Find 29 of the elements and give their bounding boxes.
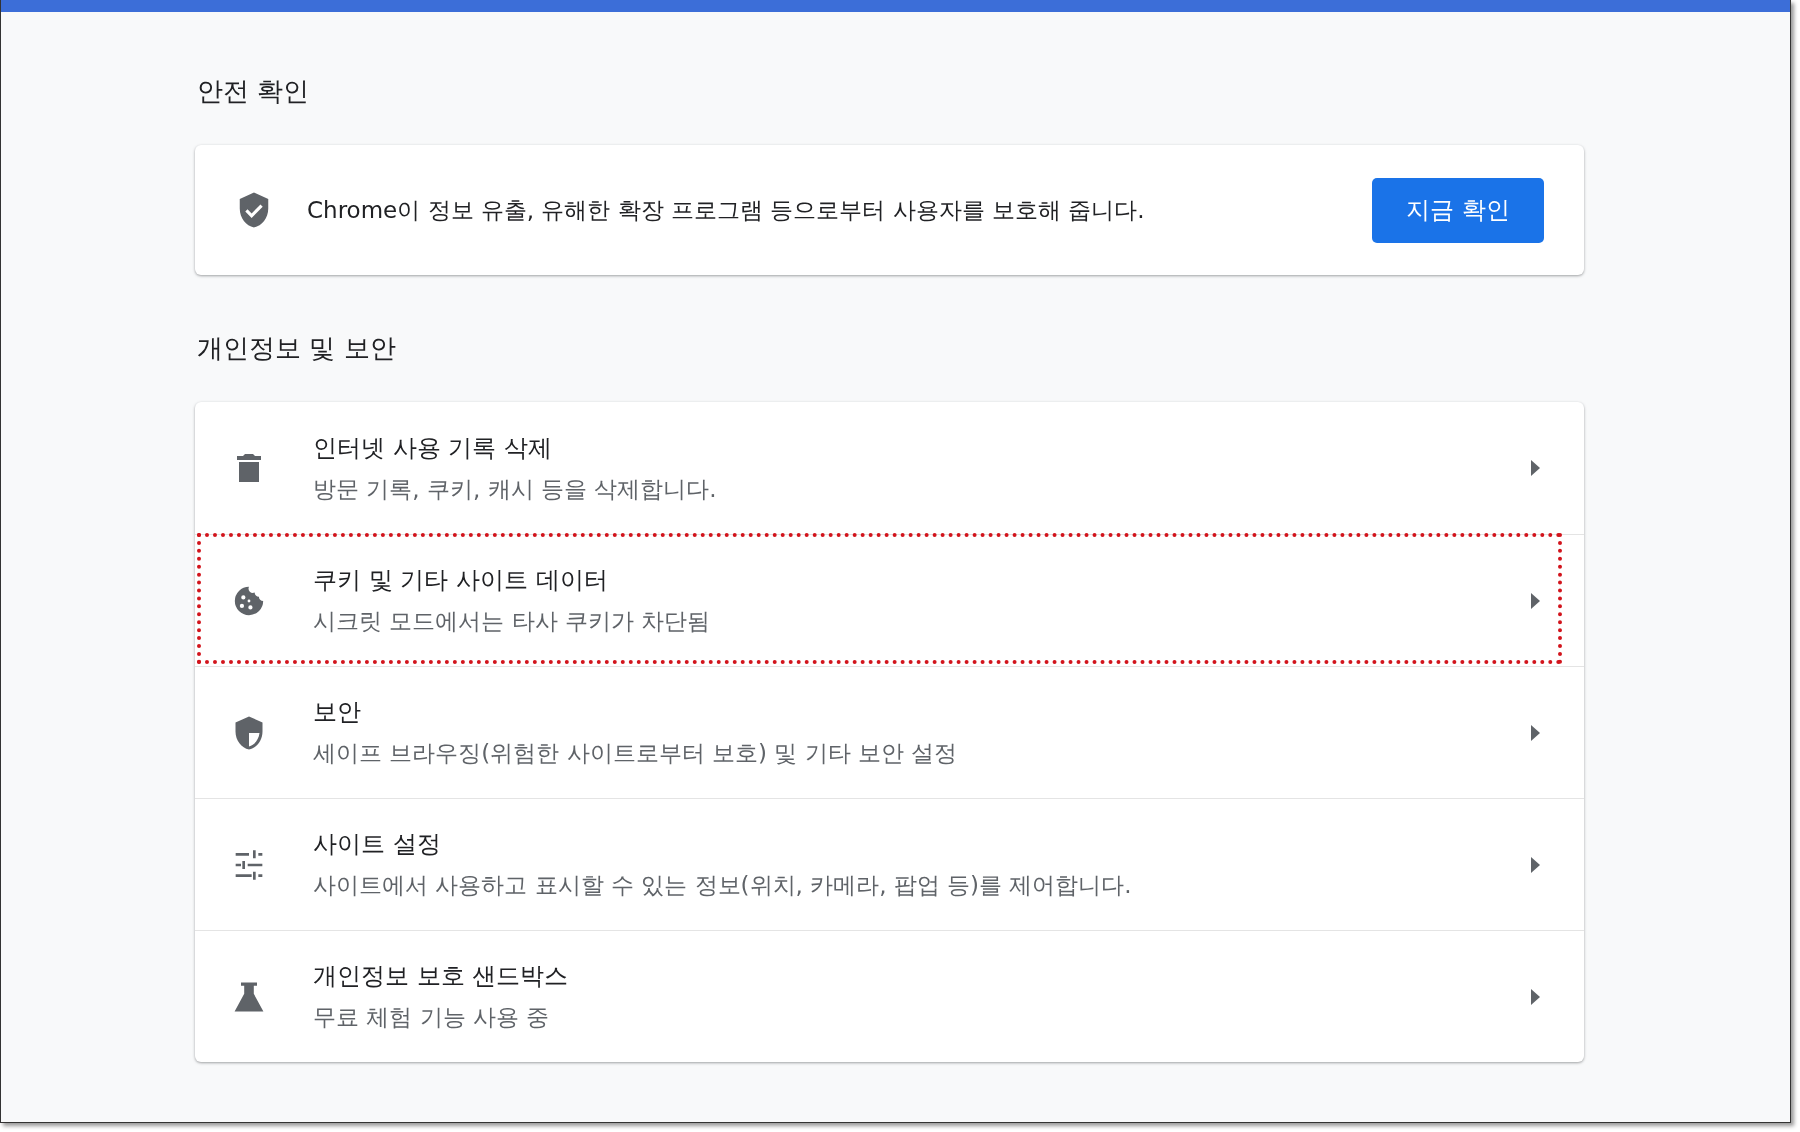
row-title: 보안 (313, 697, 362, 728)
row-subtitle: 시크릿 모드에서는 타사 쿠키가 차단됨 (313, 607, 712, 636)
settings-row[interactable]: 개인정보 보호 샌드박스 무료 체험 기능 사용 중 (195, 930, 1584, 1062)
check-now-button[interactable]: 지금 확인 (1372, 177, 1544, 243)
flask-icon (233, 980, 265, 1013)
row-subtitle: 세이프 브라우징(위험한 사이트로부터 보호) 및 기타 보안 설정 (313, 739, 959, 768)
settings-row[interactable]: 보안 세이프 브라우징(위험한 사이트로부터 보호) 및 기타 보안 설정 (195, 666, 1584, 798)
row-title: 사이트 설정 (313, 829, 442, 860)
chevron-icon (1531, 460, 1540, 476)
settings-row[interactable]: 쿠키 및 기타 사이트 데이터 시크릿 모드에서는 타사 쿠키가 차단됨 (195, 534, 1584, 666)
chevron-icon (1531, 856, 1540, 873)
row-title: 인터넷 사용 기록 삭제 (313, 432, 553, 464)
chevron-icon (1531, 724, 1540, 741)
row-subtitle: 무료 체험 기능 사용 중 (313, 1003, 551, 1032)
settings-row[interactable]: 사이트 설정 사이트에서 사용하고 표시할 수 있는 정보(위치, 카메라, 팝업 등)를 제어합니다. (195, 798, 1584, 930)
settings-row[interactable]: 인터넷 사용 기록 삭제 방문 기록, 쿠키, 캐시 등을 삭제합니다. (195, 402, 1584, 534)
chevron-icon (1531, 988, 1540, 1005)
section-title: 개인정보 및 보안 (196, 332, 397, 365)
safety-check-description: Chrome이 정보 유출, 유해한 확장 프로그램 등으로부터 사용자를 보호해 줍니다. (307, 195, 1146, 225)
chevron-icon (1531, 592, 1540, 609)
row-title: 쿠키 및 기타 사이트 데이터 (313, 565, 609, 596)
shield-icon (233, 714, 265, 751)
shield-check-icon (237, 191, 271, 229)
row-subtitle: 사이트에서 사용하고 표시할 수 있는 정보(위치, 카메라, 팝업 등)를 제어합니다. (313, 871, 1133, 900)
row-title: 개인정보 보호 샌드박스 (313, 961, 570, 992)
section-title: 안전 확인 (196, 75, 311, 108)
row-subtitle: 방문 기록, 쿠키, 캐시 등을 삭제합니다. (313, 474, 718, 504)
trash-icon (235, 452, 263, 484)
sliders-icon (233, 849, 265, 880)
